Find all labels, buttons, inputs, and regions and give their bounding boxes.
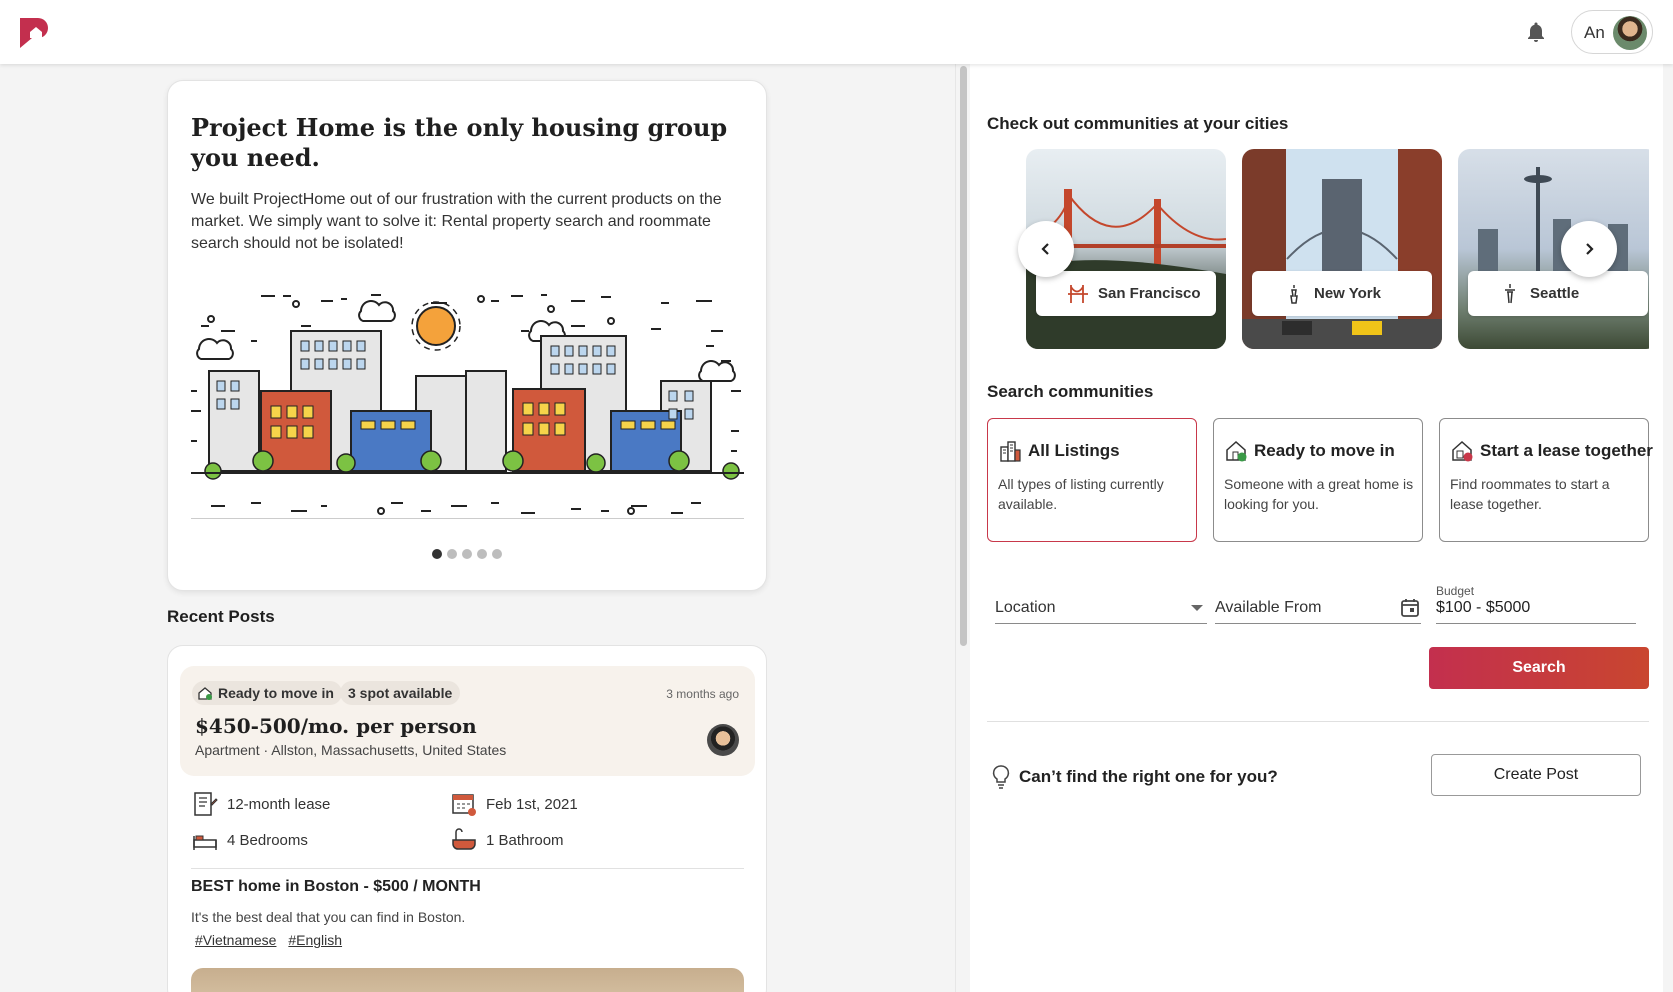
city-label: San Francisco <box>1036 271 1216 316</box>
city-carousel: San Francisco New York Seattle <box>1026 149 1649 349</box>
golden-gate-icon <box>1068 285 1088 303</box>
user-avatar <box>1613 16 1647 50</box>
location-select[interactable]: Location <box>995 584 1207 624</box>
community-description: All types of listing currently available… <box>998 476 1164 512</box>
city-label: Seattle <box>1468 271 1648 316</box>
city-name: New York <box>1314 285 1381 302</box>
tag-link[interactable]: #Vietnamese <box>195 932 276 948</box>
community-description: Find roommates to start a lease together… <box>1450 476 1610 512</box>
calendar-icon <box>452 794 476 816</box>
bathtub-icon <box>452 828 476 850</box>
bathrooms-text: 1 Bathroom <box>486 832 564 849</box>
hero-description: We built ProjectHome out of our frustrat… <box>191 191 722 252</box>
hero-card: Project Home is the only housing group y… <box>167 80 767 591</box>
post-summary: Ready to move in 3 spot available 3 mont… <box>180 666 755 776</box>
available-date-text: Feb 1st, 2021 <box>486 796 578 813</box>
notifications-bell-icon[interactable] <box>1524 20 1548 44</box>
section-divider <box>987 721 1649 722</box>
budget-field[interactable]: Budget $100 - $5000 <box>1436 584 1636 624</box>
scrollbar-thumb[interactable] <box>960 66 967 646</box>
calendar-picker-icon[interactable] <box>1399 597 1421 619</box>
cities-heading: Check out communities at your cities <box>987 114 1289 133</box>
chevron-right-icon <box>1586 243 1594 255</box>
city-card-new-york[interactable]: New York <box>1242 149 1442 349</box>
caret-down-icon <box>1191 605 1203 611</box>
search-panel: Check out communities at your cities San… <box>970 64 1663 992</box>
city-name: San Francisco <box>1098 285 1201 302</box>
ready-house-icon <box>1226 440 1247 462</box>
post-card[interactable]: Ready to move in 3 spot available 3 mont… <box>167 645 767 992</box>
carousel-dot[interactable] <box>447 549 457 559</box>
post-photo[interactable] <box>191 968 744 992</box>
carousel-dot[interactable] <box>492 549 502 559</box>
post-tags: #Vietnamese #English <box>195 932 350 948</box>
carousel-next-button[interactable] <box>1561 221 1617 277</box>
statue-of-liberty-icon <box>1290 285 1298 304</box>
search-communities-heading: Search communities <box>987 382 1154 401</box>
city-name: Seattle <box>1530 285 1580 302</box>
lightbulb-icon <box>992 765 1010 789</box>
post-timestamp: 3 months ago <box>666 687 739 701</box>
create-post-button[interactable]: Create Post <box>1431 754 1641 796</box>
lease-house-icon <box>1452 440 1473 462</box>
hero-title: Project Home is the only housing group y… <box>191 113 728 172</box>
city-card-seattle[interactable]: Seattle <box>1458 149 1649 349</box>
post-description: It's the best deal that you can find in … <box>191 909 466 925</box>
seattle-skyline-photo <box>1478 167 1628 289</box>
post-heading[interactable]: BEST home in Boston - $500 / MONTH <box>191 878 481 896</box>
cant-find-text: Can’t find the right one for you? <box>1019 767 1278 786</box>
carousel-dot[interactable] <box>477 549 487 559</box>
user-menu-button[interactable]: An <box>1571 10 1653 54</box>
poster-avatar[interactable] <box>707 724 739 756</box>
tag-link[interactable]: #English <box>288 932 342 948</box>
community-all-listings[interactable]: All Listings All types of listing curren… <box>987 418 1197 542</box>
city-illustration <box>191 281 744 519</box>
scrollbar[interactable] <box>955 64 970 992</box>
city-label: New York <box>1252 271 1432 316</box>
available-from-field[interactable]: Available From <box>1215 584 1421 624</box>
user-name: An <box>1584 23 1605 42</box>
buildings-icon <box>1000 441 1021 462</box>
post-type-label: Ready to move in <box>218 685 334 701</box>
carousel-dot[interactable] <box>462 549 472 559</box>
project-home-logo[interactable] <box>18 16 50 50</box>
post-location: Apartment · Allston, Massachusetts, Unit… <box>195 742 507 758</box>
spots-chip: 3 spot available <box>340 681 461 705</box>
community-start-lease[interactable]: Start a lease together Find roommates to… <box>1439 418 1653 542</box>
search-button[interactable]: Search <box>1429 647 1649 689</box>
community-name: All Listings <box>1028 441 1120 460</box>
manhattan-bridge-photo <box>1242 179 1442 349</box>
available-from-placeholder: Available From <box>1215 599 1322 616</box>
bed-icon <box>193 835 217 850</box>
budget-label: Budget <box>1436 584 1475 598</box>
post-price: $450-500/mo. per person <box>195 714 477 738</box>
carousel-dot[interactable] <box>432 549 442 559</box>
community-name: Ready to move in <box>1254 441 1395 460</box>
community-name: Start a lease together <box>1480 441 1653 460</box>
lease-document-icon <box>194 792 218 816</box>
community-description: Someone with a great home is looking for… <box>1224 476 1414 512</box>
post-type-chip: Ready to move in <box>192 681 342 705</box>
space-needle-icon <box>1505 284 1515 304</box>
lease-text: 12-month lease <box>227 796 331 813</box>
chevron-left-icon <box>1041 243 1049 255</box>
post-divider <box>191 868 744 869</box>
ready-house-icon <box>198 687 212 700</box>
carousel-pagination <box>432 549 502 559</box>
community-ready-to-move-in[interactable]: Ready to move in Someone with a great ho… <box>1213 418 1423 542</box>
carousel-prev-button[interactable] <box>1018 221 1074 277</box>
location-placeholder: Location <box>995 599 1056 616</box>
bedrooms-text: 4 Bedrooms <box>227 832 308 849</box>
recent-posts-heading: Recent Posts <box>167 607 275 626</box>
top-header: An <box>0 0 1673 64</box>
budget-value: $100 - $5000 <box>1436 599 1531 616</box>
